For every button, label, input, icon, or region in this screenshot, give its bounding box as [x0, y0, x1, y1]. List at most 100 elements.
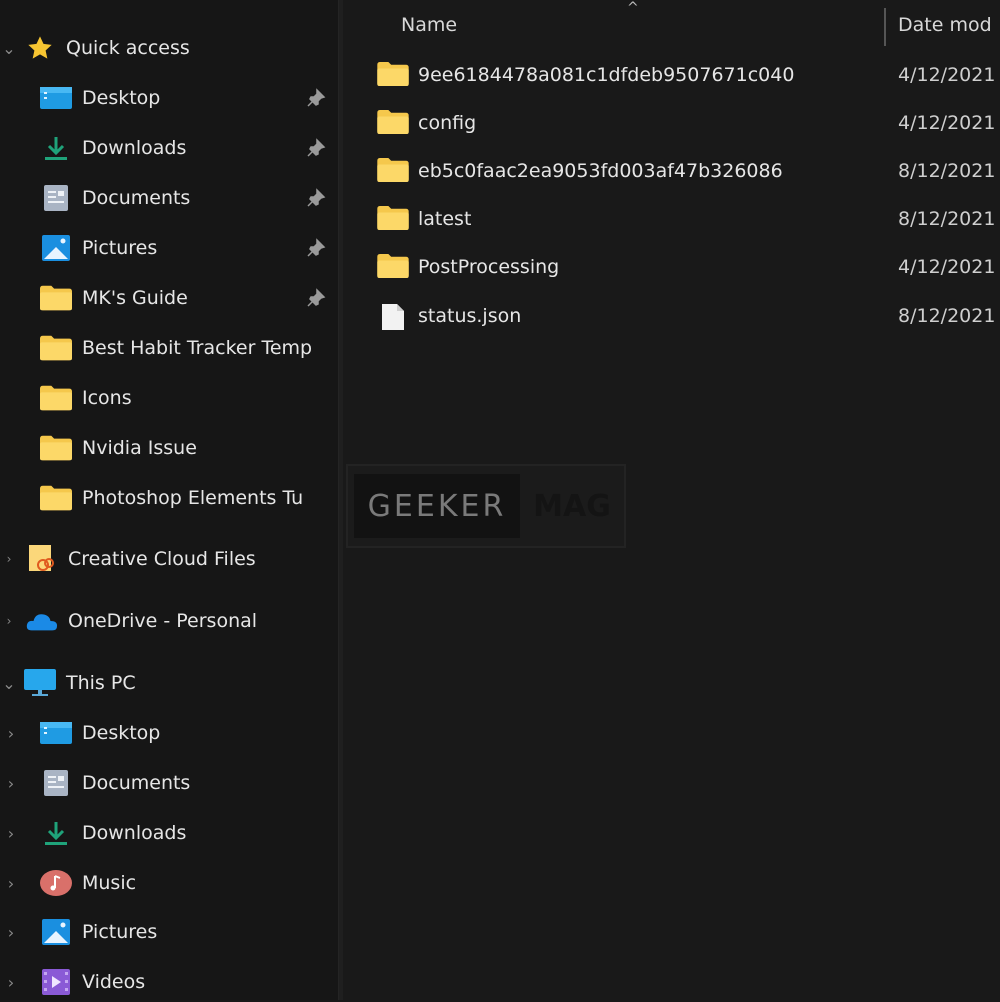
onedrive-icon	[26, 607, 58, 635]
column-header-row: ^ Name Date mod	[343, 0, 1000, 52]
folder-icon	[376, 158, 412, 188]
nav-label: Icons	[82, 387, 132, 409]
chevron-right-icon[interactable]: ›	[4, 922, 18, 942]
nav-label: MK's Guide	[82, 287, 188, 309]
chevron-down-icon[interactable]: ⌄	[2, 38, 16, 58]
file-name: config	[418, 112, 477, 134]
music-icon	[40, 869, 72, 897]
chevron-right-icon[interactable]: ›	[4, 873, 18, 893]
download-icon	[40, 134, 72, 162]
chevron-down-icon[interactable]: ⌄	[2, 673, 16, 693]
nav-label: Nvidia Issue	[82, 437, 197, 459]
watermark-text-right: MAG	[533, 488, 611, 524]
nav-quick-desktop[interactable]: Desktop	[0, 78, 338, 118]
pictures-icon	[40, 918, 72, 946]
chevron-right-icon[interactable]: ›	[4, 723, 18, 743]
folder-icon	[40, 434, 72, 462]
videos-icon	[40, 968, 72, 996]
documents-icon	[40, 184, 72, 212]
nav-label: Desktop	[82, 722, 161, 744]
folder-icon	[40, 484, 72, 512]
nav-label: Best Habit Tracker Temp	[82, 337, 313, 359]
nav-pc-videos[interactable]: › Videos	[0, 962, 338, 1002]
folder-icon	[376, 206, 412, 236]
chevron-right-icon[interactable]: ›	[4, 773, 18, 793]
folder-icon	[40, 384, 72, 412]
nav-quick-nvidia-issue[interactable]: Nvidia Issue	[0, 428, 338, 468]
nav-pc-documents[interactable]: › Documents	[0, 763, 338, 803]
nav-quick-pictures[interactable]: Pictures	[0, 228, 338, 268]
file-date: 4/12/2021	[898, 64, 996, 86]
file-icon	[381, 303, 417, 333]
nav-quick-access[interactable]: ⌄ Quick access	[0, 28, 338, 68]
nav-onedrive[interactable]: › OneDrive - Personal	[0, 601, 338, 641]
sort-ascending-icon: ^	[627, 0, 639, 16]
file-name: eb5c0faac2ea9053fd003af47b326086	[418, 160, 783, 182]
file-row[interactable]: PostProcessing 4/12/2021	[343, 246, 1000, 292]
file-date: 8/12/2021	[898, 160, 996, 182]
nav-label: Videos	[82, 971, 146, 993]
pin-icon[interactable]	[306, 138, 326, 158]
nav-quick-best-habit-tracker[interactable]: Best Habit Tracker Temp	[0, 328, 338, 368]
download-icon	[40, 819, 72, 847]
watermark-text-left: GEEKER	[354, 474, 520, 538]
nav-label: Photoshop Elements Tu	[82, 487, 304, 509]
nav-label: Music	[82, 872, 137, 894]
nav-label: Creative Cloud Files	[68, 548, 256, 570]
nav-label: Documents	[82, 187, 191, 209]
file-row[interactable]: eb5c0faac2ea9053fd003af47b326086 8/12/20…	[343, 150, 1000, 196]
folder-icon	[376, 254, 412, 284]
folder-icon	[40, 334, 72, 362]
pin-icon[interactable]	[306, 88, 326, 108]
column-header-name[interactable]: Name	[401, 14, 457, 36]
pictures-icon	[40, 234, 72, 262]
column-resize-handle[interactable]	[884, 8, 886, 46]
nav-label: Pictures	[82, 921, 158, 943]
nav-label: Downloads	[82, 822, 187, 844]
nav-label: Desktop	[82, 87, 161, 109]
file-row[interactable]: 9ee6184478a081c1dfdeb9507671c040 4/12/20…	[343, 54, 1000, 100]
nav-label: Documents	[82, 772, 191, 794]
watermark-logo: GEEKER MAG	[346, 464, 626, 548]
file-row[interactable]: config 4/12/2021	[343, 102, 1000, 148]
nav-pc-desktop[interactable]: › Desktop	[0, 713, 338, 753]
star-icon	[24, 34, 56, 62]
chevron-right-icon[interactable]: ›	[2, 549, 16, 569]
file-name: latest	[418, 208, 472, 230]
this-pc-icon	[24, 669, 56, 697]
nav-pc-downloads[interactable]: › Downloads	[0, 813, 338, 853]
nav-pc-music[interactable]: › Music	[0, 863, 338, 903]
nav-label: Quick access	[66, 37, 190, 59]
nav-quick-mks-guide[interactable]: MK's Guide	[0, 278, 338, 318]
file-name: 9ee6184478a081c1dfdeb9507671c040	[418, 64, 795, 86]
folder-icon	[376, 110, 412, 140]
file-name: status.json	[418, 305, 522, 327]
nav-label: Pictures	[82, 237, 158, 259]
nav-quick-downloads[interactable]: Downloads	[0, 128, 338, 168]
pin-icon[interactable]	[306, 238, 326, 258]
file-date: 8/12/2021	[898, 305, 996, 327]
folder-icon	[40, 284, 72, 312]
chevron-right-icon[interactable]: ›	[4, 823, 18, 843]
nav-quick-icons[interactable]: Icons	[0, 378, 338, 418]
file-row[interactable]: status.json 8/12/2021	[343, 295, 1000, 341]
file-date: 8/12/2021	[898, 208, 996, 230]
nav-this-pc[interactable]: ⌄ This PC	[0, 663, 338, 703]
chevron-right-icon[interactable]: ›	[4, 972, 18, 992]
creative-cloud-icon	[26, 545, 58, 573]
file-row[interactable]: latest 8/12/2021	[343, 198, 1000, 244]
nav-creative-cloud-files[interactable]: › Creative Cloud Files	[0, 539, 338, 579]
documents-icon	[40, 769, 72, 797]
file-date: 4/12/2021	[898, 112, 996, 134]
nav-quick-photoshop-elements[interactable]: Photoshop Elements Tu	[0, 478, 338, 518]
pin-icon[interactable]	[306, 188, 326, 208]
desktop-icon	[40, 84, 72, 112]
file-date: 4/12/2021	[898, 256, 996, 278]
pin-icon[interactable]	[306, 288, 326, 308]
nav-pc-pictures[interactable]: › Pictures	[0, 912, 338, 952]
chevron-right-icon[interactable]: ›	[2, 611, 16, 631]
nav-label: OneDrive - Personal	[68, 610, 258, 632]
folder-icon	[376, 62, 412, 92]
column-header-date-modified[interactable]: Date mod	[898, 14, 992, 36]
nav-quick-documents[interactable]: Documents	[0, 178, 338, 218]
